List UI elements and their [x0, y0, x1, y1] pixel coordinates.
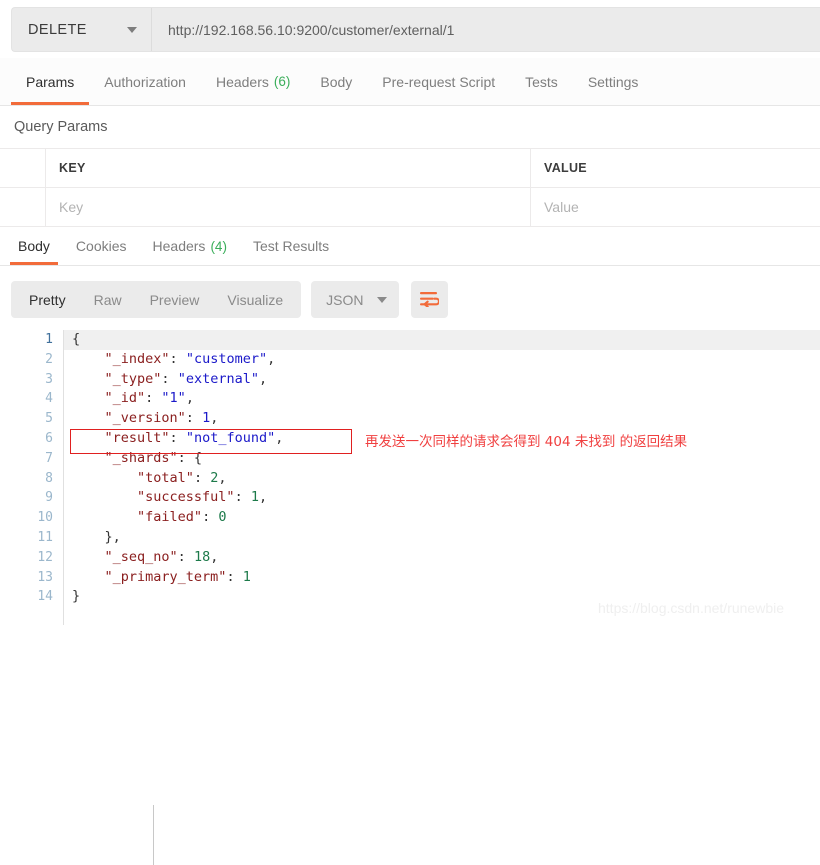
- tab-tests[interactable]: Tests: [510, 58, 573, 105]
- code-line: "failed": 0: [137, 509, 227, 526]
- code-fold-guide: [153, 805, 154, 865]
- tab-label: Headers: [152, 238, 206, 254]
- line-number: 3: [45, 371, 53, 387]
- line-number: 13: [37, 569, 53, 585]
- code-line: "_version": 1,: [104, 410, 219, 427]
- line-number: 8: [45, 470, 53, 486]
- line-number: 11: [37, 529, 53, 545]
- language-dropdown[interactable]: JSON: [311, 281, 399, 318]
- chevron-down-icon: [376, 296, 387, 303]
- url-input[interactable]: http://192.168.56.10:9200/customer/exter…: [152, 8, 820, 51]
- value-column-header: VALUE: [531, 149, 820, 187]
- tab-label: Settings: [587, 73, 639, 90]
- url-value: http://192.168.56.10:9200/customer/exter…: [168, 21, 455, 38]
- tab-label: Authorization: [104, 73, 186, 90]
- table-row[interactable]: Key Value: [0, 188, 820, 227]
- key-input[interactable]: Key: [46, 188, 531, 226]
- tab-label: Headers: [215, 73, 269, 90]
- value-placeholder: Value: [544, 199, 579, 215]
- response-tab-test-results[interactable]: Test Results: [240, 227, 342, 265]
- code-line: "_primary_term": 1: [104, 568, 251, 585]
- response-tab-headers[interactable]: Headers (4): [140, 227, 240, 265]
- tab-headers[interactable]: Headers (6): [201, 58, 305, 105]
- watermark: https://blog.csdn.net/runewbie: [598, 600, 785, 616]
- view-mode-group: Pretty Raw Preview Visualize: [11, 281, 302, 318]
- line-number-gutter: 1 2 3 4 5 6 7 8 9 10 11 12 13 14: [0, 330, 63, 625]
- code-line: "_type": "external",: [104, 370, 268, 387]
- line-number: 14: [37, 589, 53, 605]
- code-line: "_id": "1",: [104, 390, 194, 407]
- language-label: JSON: [326, 291, 364, 308]
- code-line: "successful": 1,: [137, 489, 268, 506]
- value-input[interactable]: Value: [531, 188, 820, 226]
- tab-label: Tests: [525, 73, 558, 90]
- line-number: 2: [45, 351, 53, 367]
- line-number: 5: [45, 411, 53, 427]
- tab-pre-request-script[interactable]: Pre-request Script: [367, 58, 510, 105]
- row-checkbox-cell[interactable]: [0, 188, 46, 226]
- word-wrap-icon: [419, 292, 439, 307]
- tab-label: Body: [320, 73, 353, 90]
- response-tabs: Body Cookies Headers (4) Test Results: [0, 227, 820, 266]
- tab-label: Cookies: [75, 238, 127, 254]
- request-bar: DELETE http://192.168.56.10:9200/custome…: [0, 0, 820, 58]
- response-tab-body[interactable]: Body: [5, 227, 63, 265]
- chevron-down-icon: [127, 26, 137, 33]
- code-line: "total": 2,: [137, 469, 227, 486]
- line-number: 9: [45, 490, 53, 506]
- word-wrap-button[interactable]: [410, 281, 448, 318]
- response-body-code[interactable]: { "_index": "customer", "_type": "extern…: [64, 330, 820, 607]
- view-mode-visualize[interactable]: Visualize: [213, 281, 297, 318]
- view-mode-raw[interactable]: Raw: [80, 281, 136, 318]
- code-line: "_seq_no": 18,: [104, 548, 219, 565]
- table-header-row: KEY VALUE: [0, 148, 820, 188]
- annotation-text: 再发送一次同样的请求会得到 404 未找到 的返回结果: [365, 434, 688, 450]
- code-line: "_index": "customer",: [104, 350, 276, 367]
- http-method-label: DELETE: [28, 21, 87, 38]
- tab-label: Body: [18, 238, 50, 254]
- tab-label: Params: [26, 73, 75, 90]
- annotation-highlight-box: [70, 429, 352, 454]
- tab-label: Pre-request Script: [382, 73, 496, 90]
- checkbox-column-header: [0, 149, 46, 187]
- response-body-viewer[interactable]: 1 2 3 4 5 6 7 8 9 10 11 12 13 14 { "_index": "custome…: [0, 330, 820, 865]
- key-header-label: KEY: [59, 161, 86, 175]
- line-number: 7: [45, 450, 53, 466]
- line-number: 4: [45, 391, 53, 407]
- http-method-dropdown[interactable]: DELETE: [12, 8, 152, 51]
- view-mode-preview[interactable]: Preview: [136, 281, 214, 318]
- line-number: 1: [45, 332, 53, 347]
- line-number: 10: [37, 510, 53, 526]
- tab-params[interactable]: Params: [11, 58, 90, 105]
- tab-settings[interactable]: Settings: [573, 58, 654, 105]
- line-number: 6: [45, 430, 53, 446]
- tab-count-badge: (4): [210, 238, 227, 254]
- response-format-toolbar: Pretty Raw Preview Visualize JSON: [11, 281, 448, 318]
- response-tab-cookies[interactable]: Cookies: [63, 227, 140, 265]
- tab-authorization[interactable]: Authorization: [89, 58, 201, 105]
- request-tabs: Params Authorization Headers (6) Body Pre-req…: [0, 58, 820, 106]
- tab-count-badge: (6): [273, 74, 291, 89]
- postman-window: DELETE http://192.168.56.10:9200/custome…: [0, 0, 820, 865]
- tab-body[interactable]: Body: [305, 58, 367, 105]
- code-line: {: [64, 330, 820, 350]
- line-number: 12: [37, 549, 53, 565]
- view-mode-pretty[interactable]: Pretty: [15, 281, 80, 318]
- key-placeholder: Key: [59, 199, 84, 215]
- code-line: },: [72, 528, 121, 545]
- tab-label: Test Results: [252, 238, 330, 254]
- key-column-header: KEY: [46, 149, 531, 187]
- value-header-label: VALUE: [544, 161, 587, 175]
- request-url-box: DELETE http://192.168.56.10:9200/custome…: [11, 7, 820, 52]
- query-params-table: KEY VALUE Key Value: [0, 148, 820, 227]
- query-params-label: Query Params: [14, 119, 108, 135]
